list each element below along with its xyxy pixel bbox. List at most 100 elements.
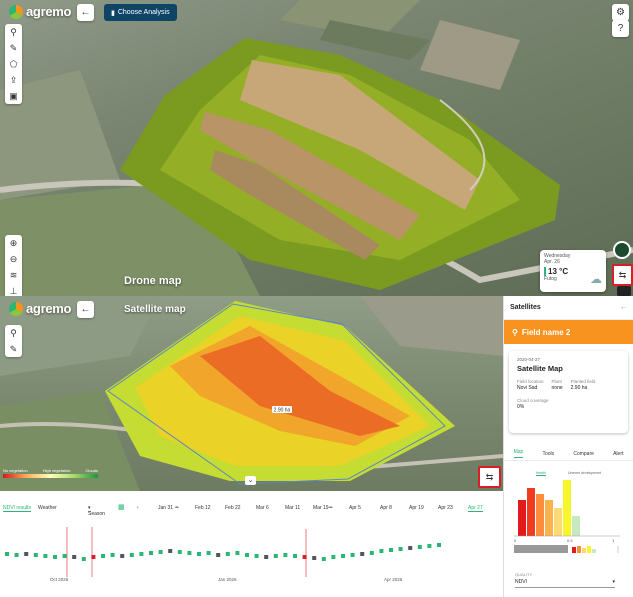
chevron-left-icon[interactable]: ‹ <box>137 505 139 511</box>
pencil-icon[interactable]: ✎ <box>5 341 22 357</box>
timeline-point[interactable] <box>5 552 9 556</box>
back-button-satellite[interactable]: ← <box>77 301 94 318</box>
season-dropdown[interactable]: Season ▾ <box>88 505 105 517</box>
hist-mini-bar <box>572 547 576 553</box>
chevron-down-icon[interactable]: ⌄ <box>245 476 256 485</box>
timeline-date[interactable]: Mar 6 <box>256 505 269 511</box>
timeline-point[interactable] <box>101 554 105 558</box>
timeline-point[interactable] <box>129 553 134 557</box>
legend-high: High vegetation <box>42 468 71 473</box>
pin-icon[interactable]: ⚲ <box>5 325 22 341</box>
zoom-in-icon[interactable]: ⊕ <box>5 235 22 251</box>
polygon-icon[interactable]: ⬠ <box>5 56 22 72</box>
compare-toggle-button[interactable]: ⇆ <box>612 264 633 286</box>
timeline-date[interactable]: Feb 22 <box>225 505 241 511</box>
help-icon: ? <box>617 23 624 34</box>
swap-icon: ⇆ <box>485 472 494 482</box>
timeline-point[interactable] <box>177 550 182 554</box>
timeline-date[interactable]: Jan 31 <box>158 505 173 511</box>
measure-icon[interactable]: ⊥ <box>5 283 22 296</box>
timeline-point[interactable] <box>24 552 29 556</box>
timeline-point[interactable] <box>302 555 307 559</box>
timeline-point[interactable] <box>120 554 125 558</box>
timeline-point[interactable] <box>206 551 211 555</box>
timeline-point[interactable] <box>72 555 77 559</box>
timeline-point[interactable] <box>360 552 365 556</box>
timeline-point[interactable] <box>408 546 413 550</box>
timeline-point[interactable] <box>14 553 19 557</box>
timeline-point[interactable] <box>245 553 249 557</box>
timeline-point[interactable] <box>81 557 86 561</box>
compare-toggle-button-satellite[interactable]: ⇆ <box>478 466 501 488</box>
timeline-date[interactable]: Mar 19 <box>313 505 329 511</box>
drone-map[interactable]: agremo ← ▮ Choose Analysis ⚲ ✎ ⬠ ⇪ ▣ ⊕ ⊖… <box>0 0 633 296</box>
timeline-date[interactable]: Apr 23 <box>438 505 453 511</box>
upload-icon[interactable]: ⇪ <box>5 72 22 88</box>
help-button[interactable]: ? <box>612 20 629 37</box>
field-name: Field name 2 <box>521 327 571 337</box>
arrow-left-icon[interactable]: ← <box>620 304 627 311</box>
tab-alert[interactable]: Alert <box>613 451 623 457</box>
timeline-point[interactable] <box>197 552 201 556</box>
timeline-point[interactable] <box>254 554 259 558</box>
pencil-icon[interactable]: ✎ <box>5 40 22 56</box>
timeline-point[interactable] <box>389 548 393 552</box>
panel-header: Satellites ← <box>504 296 633 320</box>
timeline-point[interactable] <box>379 549 384 553</box>
timeline-point[interactable] <box>283 553 288 557</box>
layers-icon[interactable]: ≋ <box>5 267 22 283</box>
timeline-point[interactable] <box>331 555 336 559</box>
avatar[interactable] <box>613 241 631 259</box>
weather-widget[interactable]: Wednesday Apr. 26 13 °C Futog ☁ <box>540 250 606 292</box>
quality-select[interactable]: QUALITY NDVI ▾ <box>515 572 615 588</box>
tab-weather[interactable]: Weather <box>38 505 57 511</box>
timeline-point[interactable] <box>341 554 345 558</box>
timeline-point[interactable] <box>293 554 297 558</box>
timeline-point[interactable] <box>91 555 96 559</box>
timeline-date[interactable]: Apr 8 <box>380 505 392 511</box>
timeline-point[interactable] <box>437 543 441 547</box>
settings-button[interactable]: ⚙ <box>612 4 629 21</box>
timeline-point[interactable] <box>350 553 355 557</box>
tab-tools[interactable]: Tools <box>542 451 554 457</box>
choose-analysis-button[interactable]: ▮ Choose Analysis <box>104 4 177 21</box>
timeline-point[interactable] <box>398 547 403 551</box>
field-banner[interactable]: ⚲ Field name 2 <box>504 320 633 344</box>
timeline-point[interactable] <box>187 551 192 555</box>
stat-value: none <box>551 385 563 391</box>
timeline-point[interactable] <box>62 554 67 558</box>
timeline-point[interactable] <box>417 545 422 549</box>
timeline-point[interactable] <box>264 555 269 559</box>
back-button[interactable]: ← <box>77 4 94 21</box>
tab-compare[interactable]: Compare <box>573 451 594 457</box>
image-icon[interactable]: ▣ <box>5 88 22 104</box>
timeline-point[interactable] <box>158 550 163 554</box>
timeline-point[interactable] <box>43 554 48 558</box>
timeline-date-selected[interactable]: Apr 27 <box>468 505 483 512</box>
timeline-point[interactable] <box>369 551 374 555</box>
map-type-button[interactable] <box>617 286 631 296</box>
pin-icon[interactable]: ⚲ <box>5 24 22 40</box>
timeline-point[interactable] <box>235 551 240 555</box>
timeline-point[interactable] <box>312 556 317 560</box>
timeline-date[interactable]: Apr 19 <box>409 505 424 511</box>
timeline-point[interactable] <box>225 552 230 556</box>
calendar-icon[interactable]: ▦ <box>118 503 125 511</box>
timeline-point[interactable] <box>168 549 173 553</box>
timeline-point[interactable] <box>216 553 221 557</box>
timeline-point[interactable] <box>139 552 144 556</box>
timeline-point[interactable] <box>53 555 57 559</box>
tab-ndvi-results[interactable]: NDVI results <box>3 505 32 512</box>
timeline-date[interactable]: Apr 5 <box>349 505 361 511</box>
timeline-point[interactable] <box>33 553 38 557</box>
tab-map[interactable]: Map <box>513 449 524 458</box>
satellite-map[interactable]: 2.90 ha agremo ← Satellite map ⚲ ✎ No ve… <box>0 296 503 491</box>
timeline-point[interactable] <box>273 554 278 558</box>
zoom-out-icon[interactable]: ⊖ <box>5 251 22 267</box>
timeline-point[interactable] <box>110 553 115 557</box>
timeline-date[interactable]: Feb 12 <box>195 505 211 511</box>
timeline-point[interactable] <box>321 557 326 561</box>
timeline-date[interactable]: Mar 11 <box>285 505 300 511</box>
timeline-point[interactable] <box>427 544 432 548</box>
timeline-point[interactable] <box>149 551 153 555</box>
